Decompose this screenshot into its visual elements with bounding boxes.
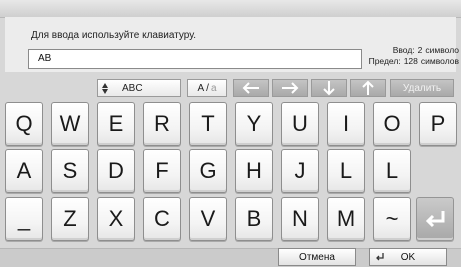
cursor-left-button[interactable] [233, 79, 269, 97]
ok-label: OK [400, 251, 416, 263]
arrow-right-icon [282, 82, 299, 94]
up-down-arrows-icon [102, 82, 108, 94]
limit-label: Предел: [368, 56, 401, 66]
arrow-down-icon [323, 81, 335, 96]
cancel-button[interactable]: Отмена [278, 248, 356, 266]
key-o[interactable]: O [373, 102, 411, 146]
key-c[interactable]: C [143, 197, 181, 241]
key-a[interactable]: A [5, 149, 43, 193]
key-h[interactable]: H [235, 149, 273, 193]
input-count-row: Ввод: 2 символо [367, 45, 460, 56]
limit-value: 128 [403, 56, 418, 66]
case-toggle-button[interactable]: A / a [187, 79, 227, 97]
key-u[interactable]: U [281, 102, 319, 146]
instruction-text: Для ввода используйте клавиатуру. [31, 30, 197, 41]
key-q[interactable]: Q [5, 102, 43, 146]
input-count-value: 2 [417, 45, 423, 55]
case-lower-label: a [210, 82, 217, 94]
input-count-unit: символо [425, 45, 459, 55]
empty-key-slot [416, 149, 454, 193]
key-i[interactable]: I [327, 102, 365, 146]
case-separator: / [206, 82, 209, 94]
key-r[interactable]: R [143, 102, 181, 146]
character-counter: Ввод: 2 символо Предел: 128 символов [367, 45, 460, 67]
key-f[interactable]: F [143, 149, 181, 193]
limit-row: Предел: 128 символов [367, 56, 460, 67]
limit-unit: символов [420, 56, 459, 66]
input-count-label: Ввод: [392, 45, 415, 55]
key-b[interactable]: B [235, 197, 273, 241]
key-v[interactable]: V [189, 197, 227, 241]
key-w[interactable]: W [51, 102, 89, 146]
cursor-right-button[interactable] [272, 79, 308, 97]
key-m[interactable]: M [327, 197, 365, 241]
case-upper-label: A [197, 82, 205, 94]
key-s[interactable]: S [51, 149, 89, 193]
enter-key[interactable] [416, 197, 454, 241]
enter-small-icon [375, 252, 385, 266]
arrow-left-icon [242, 82, 259, 94]
title-bar [0, 0, 461, 18]
key-g[interactable]: G [189, 149, 227, 193]
key-d[interactable]: D [97, 149, 135, 193]
key-p[interactable]: P [419, 102, 457, 146]
cancel-label: Отмена [299, 251, 335, 263]
enter-icon [425, 211, 445, 228]
key-n[interactable]: N [281, 197, 319, 241]
delete-label: Удалить [402, 82, 442, 94]
cursor-up-button[interactable] [350, 79, 386, 97]
delete-button[interactable]: Удалить [390, 79, 454, 97]
key-l[interactable]: L [327, 149, 365, 193]
text-input-field[interactable]: AB [28, 49, 362, 69]
key-z[interactable]: Z [51, 197, 89, 241]
key-underscore[interactable]: _ [5, 197, 43, 241]
key-t[interactable]: T [189, 102, 227, 146]
key-x[interactable]: X [97, 197, 135, 241]
key-e[interactable]: E [97, 102, 135, 146]
arrow-up-icon [362, 80, 374, 95]
key-j[interactable]: J [281, 149, 319, 193]
key-l[interactable]: L [373, 149, 411, 193]
cursor-down-button[interactable] [311, 79, 347, 97]
key-tilde[interactable]: ~ [373, 197, 411, 241]
ok-button[interactable]: OK [369, 248, 447, 266]
charset-selector[interactable]: ABC [97, 79, 181, 97]
charset-label: ABC [122, 82, 143, 94]
key-y[interactable]: Y [235, 102, 273, 146]
